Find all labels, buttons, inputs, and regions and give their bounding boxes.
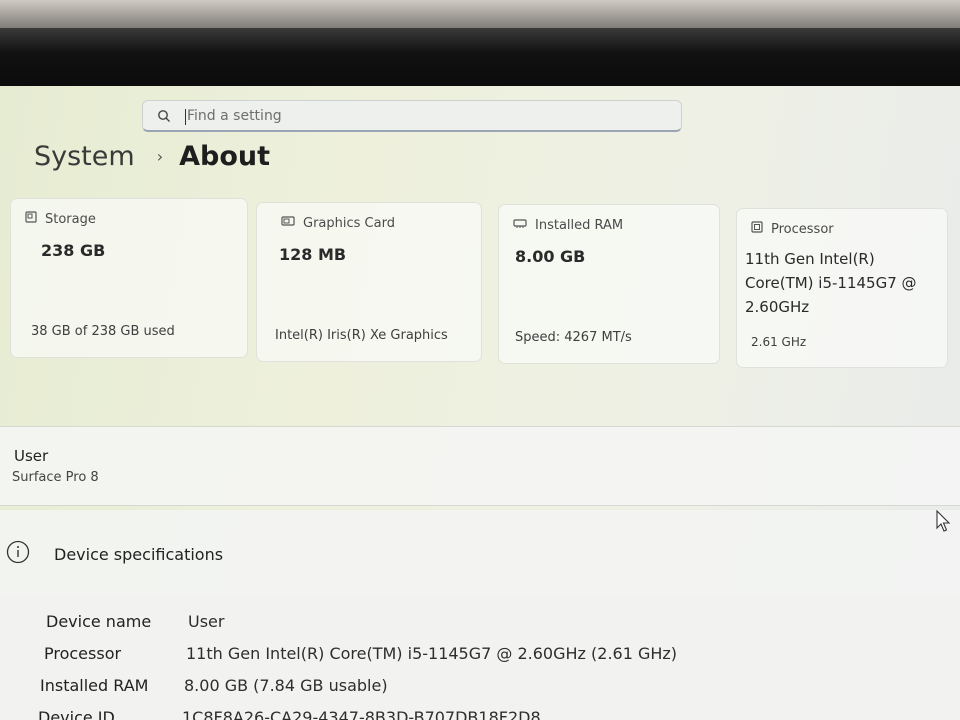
spec-row: Installed RAM 8.00 GB (7.84 GB usable) xyxy=(40,676,388,695)
spec-key: Device ID xyxy=(38,708,115,720)
ram-icon xyxy=(513,217,535,233)
card-value: 238 GB xyxy=(41,241,106,260)
search-icon xyxy=(157,108,171,122)
spec-value: 1C8F8A26-CA29-4347-8B3D-B707DB18F2D8 xyxy=(182,708,541,720)
spec-row: Device ID 1C8F8A26-CA29-4347-8B3D-B707DB… xyxy=(38,708,541,720)
search-input[interactable]: Find a setting xyxy=(187,108,282,124)
spec-value: 11th Gen Intel(R) Core(TM) i5-1145G7 @ 2… xyxy=(186,644,678,663)
storage-card[interactable]: Storage 238 GB 38 GB of 238 GB used xyxy=(10,198,248,358)
card-label: Graphics Card xyxy=(303,215,395,231)
device-bezel xyxy=(0,28,960,90)
card-header: Processor xyxy=(751,221,834,237)
device-specifications-table: Device name User Processor 11th Gen Inte… xyxy=(0,594,960,720)
spec-value: User xyxy=(188,612,225,631)
card-subtext: 38 GB of 238 GB used xyxy=(31,324,175,339)
processor-icon xyxy=(751,221,771,237)
card-subtext: 2.61 GHz xyxy=(751,335,807,349)
section-title: Device specifications xyxy=(54,545,224,564)
device-bezel-top xyxy=(0,0,960,30)
card-label: Processor xyxy=(771,221,834,237)
installed-ram-card[interactable]: Installed RAM 8.00 GB Speed: 4267 MT/s xyxy=(498,204,720,364)
spec-key: Processor xyxy=(44,644,122,663)
page-title: About xyxy=(179,141,270,172)
device-model: Surface Pro 8 xyxy=(12,470,99,485)
storage-icon xyxy=(25,211,45,227)
mouse-pointer-icon xyxy=(936,509,952,538)
breadcrumb-separator-icon: › xyxy=(156,147,164,166)
info-icon xyxy=(6,540,30,568)
spec-row: Processor 11th Gen Intel(R) Core(TM) i5-… xyxy=(44,644,677,663)
card-value: 128 MB xyxy=(279,245,347,264)
card-subtext: Speed: 4267 MT/s xyxy=(515,330,632,345)
device-rename-panel[interactable]: User Surface Pro 8 xyxy=(0,426,960,506)
card-value-line: 2.60GHz xyxy=(745,298,810,316)
card-label: Installed RAM xyxy=(535,217,624,233)
spec-value: 8.00 GB (7.84 GB usable) xyxy=(184,676,388,695)
card-label: Storage xyxy=(45,211,96,227)
card-header: Storage xyxy=(25,211,96,227)
card-header: Graphics Card xyxy=(281,215,395,231)
card-subtext: Intel(R) Iris(R) Xe Graphics xyxy=(275,328,448,343)
breadcrumb-system[interactable]: System xyxy=(34,141,135,172)
device-display-name: User xyxy=(14,447,49,465)
settings-window: Find a setting System › About Storage 23… xyxy=(0,86,960,720)
card-header: Installed RAM xyxy=(513,217,623,233)
breadcrumb: System › About xyxy=(34,141,270,172)
card-value: 11th Gen Intel(R) Core(TM) i5-1145G7 @ 2… xyxy=(745,247,917,319)
graphics-card-card[interactable]: Graphics Card 128 MB Intel(R) Iris(R) Xe… xyxy=(256,202,482,362)
spec-key: Installed RAM xyxy=(40,676,149,695)
spec-row: Device name User xyxy=(46,612,224,631)
device-specifications-header[interactable]: Device specifications xyxy=(0,510,960,595)
processor-card[interactable]: Processor 11th Gen Intel(R) Core(TM) i5-… xyxy=(736,208,948,368)
graphics-card-icon xyxy=(281,215,303,231)
card-value-line: 11th Gen Intel(R) xyxy=(745,250,875,268)
card-value-line: Core(TM) i5-1145G7 @ xyxy=(745,274,917,292)
card-value: 8.00 GB xyxy=(515,247,586,266)
spec-key: Device name xyxy=(46,612,152,631)
text-caret xyxy=(185,109,186,125)
search-box[interactable]: Find a setting xyxy=(142,100,682,132)
